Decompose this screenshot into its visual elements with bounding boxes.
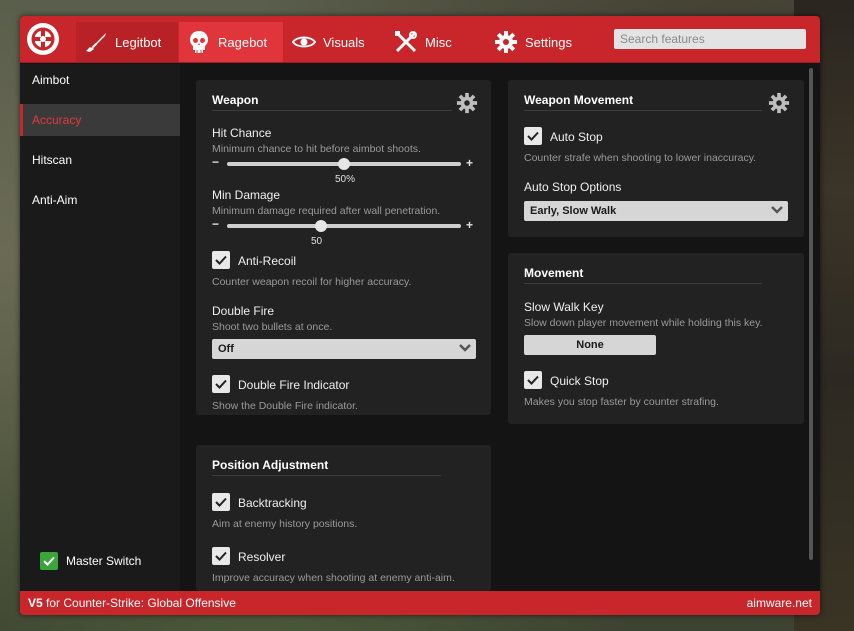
panel-title: Weapon xyxy=(212,93,259,107)
checkmark-icon xyxy=(527,131,539,141)
sidebar-item-aimbot[interactable]: Aimbot xyxy=(20,64,180,96)
quick-stop-desc: Makes you stop faster by counter strafin… xyxy=(524,396,719,408)
double-fire-indicator-checkbox[interactable] xyxy=(212,375,230,393)
position-adjustment-panel: Position Adjustment Backtracking Aim at … xyxy=(196,445,491,591)
auto-stop-desc: Counter strafe when shooting to lower in… xyxy=(524,152,757,164)
slow-walk-key-desc: Slow down player movement while holding … xyxy=(524,317,763,329)
resolver-checkbox[interactable] xyxy=(212,547,230,565)
weapon-panel: Weapon Hit Chance Minimum chance to hit … xyxy=(196,80,491,415)
gear-icon[interactable] xyxy=(768,92,790,114)
anti-recoil-checkbox[interactable] xyxy=(212,251,230,269)
slider-decrement-button[interactable]: − xyxy=(212,217,219,231)
resolver-label: Resolver xyxy=(238,550,286,564)
auto-stop-checkbox[interactable] xyxy=(524,127,542,145)
auto-stop-options-dropdown[interactable]: Early, Slow Walk xyxy=(524,201,788,221)
checkmark-icon xyxy=(43,556,55,566)
game-label: for Counter-Strike: Global Offensive xyxy=(46,596,236,610)
slider-decrement-button[interactable]: − xyxy=(212,155,219,169)
hit-chance-label: Hit Chance xyxy=(212,126,272,140)
tab-label: Misc xyxy=(425,34,452,50)
checkmark-icon xyxy=(527,375,539,385)
divider xyxy=(524,283,762,284)
double-fire-indicator-desc: Show the Double Fire indicator. xyxy=(212,400,358,412)
hit-chance-value: 50% xyxy=(335,174,356,185)
backtracking-label: Backtracking xyxy=(238,496,307,510)
tab-legitbot[interactable]: Legitbot xyxy=(76,22,178,62)
sidebar-item-accuracy[interactable]: Accuracy xyxy=(20,104,180,136)
panel-title: Weapon Movement xyxy=(524,93,634,107)
rifle-icon xyxy=(86,33,106,52)
double-fire-dropdown[interactable]: Off xyxy=(212,339,476,359)
footer-site-link[interactable]: aimware.net xyxy=(747,596,812,610)
checkmark-icon xyxy=(215,255,227,265)
divider xyxy=(212,475,441,476)
tab-misc[interactable]: Misc xyxy=(386,22,478,62)
chevron-down-icon xyxy=(459,344,471,352)
checkmark-icon xyxy=(215,551,227,561)
divider xyxy=(212,110,452,111)
crosshair-logo-icon xyxy=(31,27,55,51)
panel-title: Position Adjustment xyxy=(212,458,329,472)
sidebar-item-anti-aim[interactable]: Anti-Aim xyxy=(20,184,180,216)
double-fire-desc: Shoot two bullets at once. xyxy=(212,321,333,333)
backtracking-desc: Aim at enemy history positions. xyxy=(212,518,358,530)
checkmark-icon xyxy=(215,379,227,389)
scrollbar[interactable] xyxy=(809,68,813,560)
sidebar-item-hitscan[interactable]: Hitscan xyxy=(20,144,180,176)
tab-label: Legitbot xyxy=(115,34,162,50)
tab-settings[interactable]: Settings xyxy=(486,22,596,62)
slow-walk-key-label: Slow Walk Key xyxy=(524,300,604,314)
weapon-movement-panel: Weapon Movement Auto Stop Counter strafe… xyxy=(508,80,804,237)
double-fire-indicator-label: Double Fire Indicator xyxy=(238,378,350,392)
anti-recoil-desc: Counter weapon recoil for higher accurac… xyxy=(212,276,412,288)
min-damage-slider[interactable] xyxy=(227,224,461,228)
header-bar: Legitbot Ragebot Visuals Misc Settings S… xyxy=(20,16,820,63)
tools-icon xyxy=(395,31,417,53)
slow-walk-keybind-button[interactable]: None xyxy=(524,335,656,355)
hit-chance-desc: Minimum chance to hit before aimbot shoo… xyxy=(212,143,421,155)
gear-icon xyxy=(495,31,517,53)
sidebar: Aimbot Accuracy Hitscan Anti-Aim Master … xyxy=(20,64,180,591)
double-fire-label: Double Fire xyxy=(212,304,275,318)
hit-chance-slider-thumb[interactable] xyxy=(338,158,350,170)
min-damage-desc: Minimum damage required after wall penet… xyxy=(212,205,441,217)
content-area: Weapon Hit Chance Minimum chance to hit … xyxy=(180,64,820,591)
tab-visuals[interactable]: Visuals xyxy=(284,22,382,62)
slider-increment-button[interactable]: + xyxy=(466,218,473,232)
chevron-down-icon xyxy=(771,206,783,214)
master-switch-checkbox[interactable] xyxy=(40,552,58,570)
tab-label: Visuals xyxy=(323,34,365,50)
tab-label: Ragebot xyxy=(218,34,268,50)
tab-ragebot[interactable]: Ragebot xyxy=(179,22,283,62)
quick-stop-label: Quick Stop xyxy=(550,374,609,388)
tab-label: Settings xyxy=(525,34,572,50)
min-damage-label: Min Damage xyxy=(212,188,281,202)
auto-stop-options-selected: Early, Slow Walk xyxy=(530,205,617,217)
slider-increment-button[interactable]: + xyxy=(466,156,473,170)
footer-bar: V5 for Counter-Strike: Global Offensive … xyxy=(20,591,820,615)
anti-recoil-label: Anti-Recoil xyxy=(238,254,297,268)
quick-stop-checkbox[interactable] xyxy=(524,371,542,389)
panel-title: Movement xyxy=(524,266,584,280)
master-switch-label: Master Switch xyxy=(66,554,142,568)
backtracking-checkbox[interactable] xyxy=(212,493,230,511)
cheat-menu-window: Legitbot Ragebot Visuals Misc Settings S… xyxy=(20,16,820,615)
master-switch[interactable]: Master Switch xyxy=(40,552,141,570)
resolver-desc: Improve accuracy when shooting at enemy … xyxy=(212,572,455,584)
footer-product: V5 for Counter-Strike: Global Offensive xyxy=(28,596,236,610)
checkmark-icon xyxy=(215,497,227,507)
auto-stop-options-label: Auto Stop Options xyxy=(524,180,622,194)
version-label: V5 xyxy=(28,596,43,610)
movement-panel: Movement Slow Walk Key Slow down player … xyxy=(508,253,804,424)
aimware-logo xyxy=(27,23,59,55)
search-input[interactable] xyxy=(614,29,806,49)
min-damage-value: 50 xyxy=(311,236,323,247)
double-fire-selected: Off xyxy=(218,343,234,355)
min-damage-slider-thumb[interactable] xyxy=(314,220,327,232)
gear-icon[interactable] xyxy=(456,92,478,114)
divider xyxy=(524,110,762,111)
auto-stop-label: Auto Stop xyxy=(550,130,603,144)
eye-icon xyxy=(292,36,316,48)
skull-icon xyxy=(190,31,208,53)
